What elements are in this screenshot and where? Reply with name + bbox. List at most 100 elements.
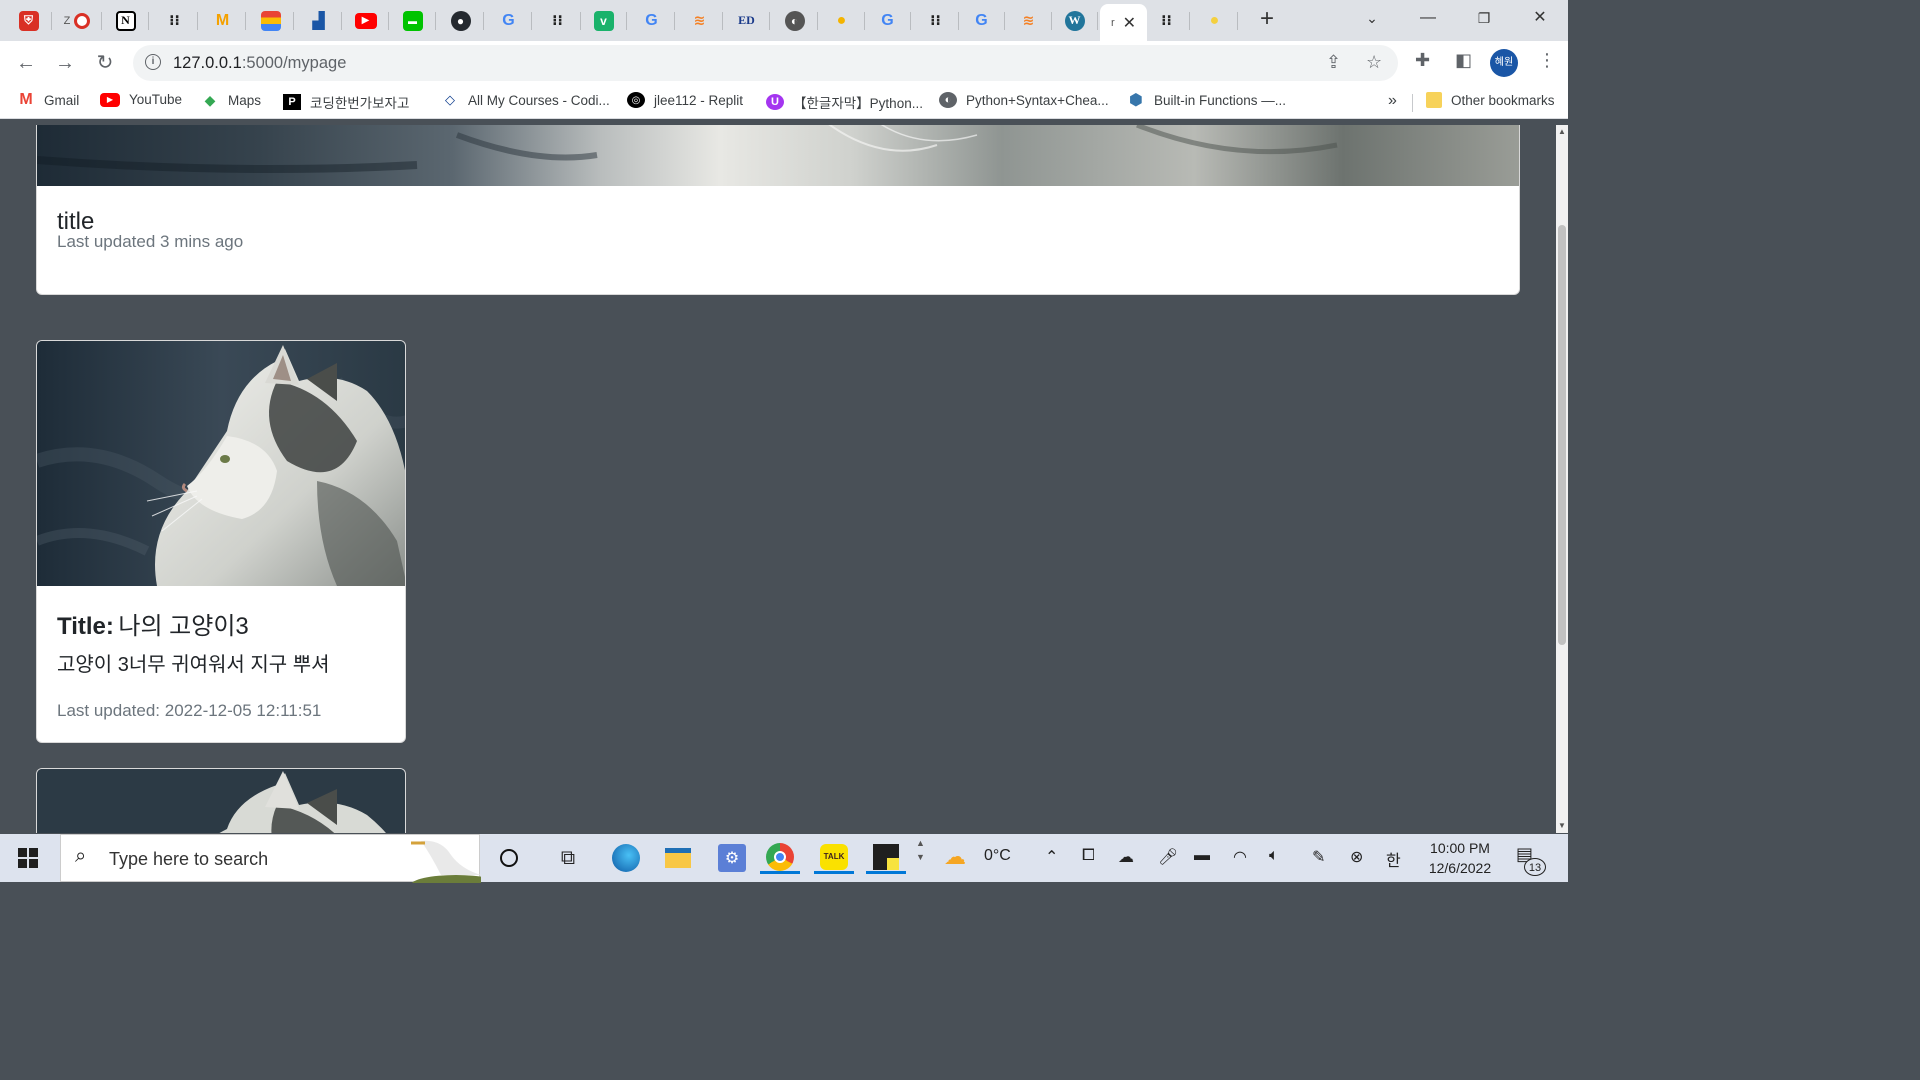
tab-8[interactable]: ▶ [342, 4, 389, 37]
microphone-icon[interactable]: 🎤︎ [1158, 847, 1178, 867]
tab-11[interactable]: G [485, 4, 532, 37]
tab-23[interactable]: W [1051, 4, 1098, 37]
tab-9[interactable]: ▬ [389, 4, 436, 37]
bookmark-gmail[interactable]: M Gmail [17, 91, 79, 108]
status-x-icon[interactable]: ⊗ [1350, 847, 1363, 867]
show-hidden-icons[interactable]: ⌃ [1045, 847, 1058, 867]
volume-icon[interactable]: 🔈︎ [1269, 847, 1279, 865]
bookmark-replit[interactable]: ◎ jlee112 - Replit [627, 92, 743, 108]
reload-icon[interactable]: ↻ [91, 49, 119, 77]
restore-button[interactable]: ❐ [1464, 6, 1504, 30]
tab-26[interactable]: ● [1191, 4, 1238, 37]
edge-icon[interactable] [606, 842, 646, 874]
extensions-icon[interactable]: ✚ [1415, 50, 1430, 71]
ime-indicator[interactable]: 한 [1386, 847, 1401, 871]
tab-18[interactable]: ● [818, 4, 865, 37]
tab-21[interactable]: G [958, 4, 1005, 37]
tab-22[interactable]: ≋ [1005, 4, 1052, 37]
bookmark-maps[interactable]: ◆ Maps [201, 92, 261, 108]
tab-20[interactable]: ⁝⁝ [912, 4, 959, 37]
minimize-button[interactable]: — [1408, 6, 1448, 30]
tab-13[interactable]: v [580, 4, 627, 37]
bookmarks-overflow-icon[interactable]: » [1388, 92, 1397, 110]
search-highlight-illustration [411, 840, 481, 883]
dots-icon: ⁝⁝ [552, 12, 563, 28]
close-window-button[interactable]: ✕ [1520, 6, 1560, 30]
weather-temp[interactable]: 0°C [984, 847, 1011, 865]
tab-17[interactable]: ◐ [771, 4, 818, 37]
tab-active[interactable]: r ✕ [1100, 4, 1147, 41]
close-tab-icon[interactable]: ✕ [1123, 13, 1136, 33]
chrome-icon[interactable] [760, 842, 800, 874]
tab-19[interactable]: G [864, 4, 911, 37]
profile-avatar[interactable]: 혜원 [1490, 49, 1518, 77]
tab-1[interactable]: ⛨ [5, 4, 52, 37]
cortana-icon[interactable] [489, 842, 529, 874]
windows-start-icon[interactable] [8, 844, 48, 872]
tab-2[interactable]: Z [52, 4, 102, 37]
tab-25[interactable]: ⁝⁝ [1143, 4, 1190, 37]
share-icon[interactable]: ⇪ [1326, 52, 1341, 73]
tab-12[interactable]: ⁝⁝ [534, 4, 581, 37]
taskbar-clock[interactable]: 10:00 PM 12/6/2022 [1412, 838, 1508, 878]
weather-icon[interactable]: ☁ [944, 844, 966, 870]
file-explorer-icon[interactable] [658, 842, 698, 874]
side-panel-icon[interactable]: ◧ [1455, 50, 1472, 71]
tab-6[interactable] [247, 4, 294, 37]
post-updated-text: Last updated: 2022-12-05 12:11:51 [57, 701, 322, 720]
gmail-icon: M [19, 91, 33, 108]
meet-now-icon[interactable]: ⧠ [1082, 847, 1095, 865]
post-card[interactable]: Title: 나의 고양이3 고양이 3너무 귀여워서 지구 뿌셔 Last u… [36, 340, 406, 743]
bookmark-star-icon[interactable]: ☆ [1366, 52, 1382, 73]
tab-4[interactable]: ⁝⁝ [151, 4, 198, 37]
tab-15[interactable]: ≋ [676, 4, 723, 37]
settings-app-icon[interactable]: ⚙ [712, 842, 752, 874]
post-card-next[interactable] [36, 768, 406, 833]
bookmark-builtins[interactable]: ⬢ Built-in Functions —... [1127, 92, 1286, 109]
tab-search-icon[interactable]: ⌄ [1352, 6, 1392, 30]
tab-16[interactable]: ED [723, 4, 770, 37]
post-title: 나의 고양이3 [118, 613, 249, 640]
taskbar-scroll-arrows[interactable]: ▲ ▼ [916, 836, 925, 864]
pen-icon[interactable]: ✎ [1312, 847, 1325, 867]
post-card-top[interactable]: title Last updated 3 mins ago [36, 125, 1520, 295]
forward-icon[interactable]: → [51, 49, 79, 77]
tab-10[interactable]: ● [437, 4, 484, 37]
tab-3[interactable]: N [102, 4, 149, 37]
search-icon: ⌕ [75, 845, 87, 867]
tab-7[interactable]: ▟ [295, 4, 342, 37]
address-bar[interactable]: i 127.0.0.1:5000/mypage ⇪ ☆ [133, 45, 1398, 81]
scroll-down-icon[interactable]: ▼ [1558, 821, 1566, 830]
scrollbar-thumb[interactable] [1558, 225, 1566, 645]
bookmark-python-course[interactable]: U 【한글자막】Python... [766, 92, 923, 112]
kakaotalk-icon[interactable]: TALK [814, 842, 854, 874]
onedrive-icon[interactable]: ☁ [1118, 847, 1134, 867]
url-text[interactable]: 127.0.0.1:5000/mypage [173, 54, 346, 73]
scroll-up-icon[interactable]: ▲ [1558, 127, 1566, 136]
bookmark-youtube[interactable]: ▶ YouTube [100, 92, 182, 107]
google-icon: G [975, 11, 988, 29]
globe-icon: ◐ [784, 10, 805, 31]
bookmark-courses[interactable]: ◇ All My Courses - Codi... [441, 92, 610, 108]
tab-14[interactable]: G [628, 4, 675, 37]
page-scrollbar[interactable]: ▲ ▼ [1556, 125, 1568, 833]
bookmark-cheatsheet[interactable]: ◐ Python+Syntax+Chea... [939, 92, 1109, 108]
new-tab-button[interactable]: + [1253, 7, 1281, 32]
github-icon: ● [450, 10, 471, 31]
wifi-icon[interactable]: ◠ [1233, 847, 1247, 867]
task-view-icon[interactable]: ⧉ [548, 842, 588, 874]
back-icon[interactable]: ← [12, 49, 40, 77]
bookmark-coding[interactable]: P 코딩한번가보자고 [283, 92, 409, 112]
clock-date: 12/6/2022 [1428, 860, 1492, 876]
site-info-icon[interactable]: i [145, 54, 161, 70]
menu-icon[interactable]: ⋮ [1538, 50, 1556, 71]
windows-taskbar: ⌕ Type here to search ⧉ ⚙ TALK ▲ ▼ ☁ 0°C … [0, 834, 1568, 883]
folder-icon [1426, 92, 1442, 108]
bookmarks-bar: M Gmail ▶ YouTube ◆ Maps P 코딩한번가보자고 ◇ All My … [0, 85, 1568, 119]
battery-icon[interactable]: ▬ [1194, 847, 1210, 865]
sticky-notes-icon[interactable] [866, 842, 906, 874]
tab-5[interactable]: M [199, 4, 246, 37]
taskbar-search-box[interactable]: ⌕ Type here to search [60, 834, 481, 883]
other-bookmarks[interactable]: Other bookmarks [1426, 92, 1555, 108]
shield-icon: ⛨ [18, 10, 39, 31]
